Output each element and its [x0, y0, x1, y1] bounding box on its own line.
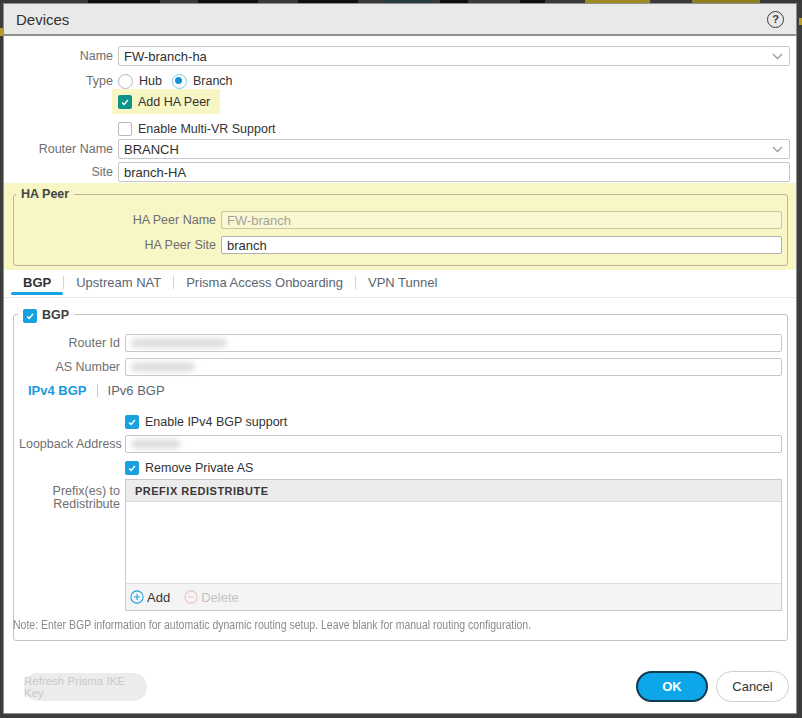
type-radio-branch-label: Branch — [193, 74, 233, 88]
tab-upstream-nat[interactable]: Upstream NAT — [64, 275, 173, 297]
as-number-label: AS Number — [19, 360, 120, 374]
cancel-button[interactable]: Cancel — [716, 671, 789, 702]
prefix-table-body — [126, 502, 781, 583]
router-name-label: Router Name — [4, 142, 113, 156]
prefix-redistribute-label: Prefix(es) to Redistribute — [19, 479, 120, 511]
ok-button[interactable]: OK — [636, 671, 708, 702]
tab-bgp[interactable]: BGP — [11, 275, 63, 297]
multi-vr-label: Enable Multi-VR Support — [138, 122, 276, 136]
bgp-note: Note: Enter BGP information for automati… — [13, 618, 531, 632]
bgp-fieldset: BGP Router Id AS Number IPv4 BGP IPv6 BG… — [13, 314, 788, 641]
check-icon — [127, 463, 137, 473]
ha-peer-name-label: HA Peer Name — [19, 213, 216, 227]
site-label: Site — [4, 165, 113, 179]
ha-peer-fieldset: HA Peer HA Peer Name FW-branch HA Peer S… — [13, 194, 788, 266]
name-label: Name — [4, 49, 113, 63]
redacted-value — [131, 439, 181, 449]
prefix-table-header: PREFIX REDISTRIBUTE — [126, 480, 781, 502]
check-icon — [25, 311, 35, 321]
redacted-value — [131, 338, 227, 348]
delete-icon — [184, 590, 198, 604]
add-ha-peer-label: Add HA Peer — [138, 95, 210, 109]
enable-ipv4-checkbox[interactable] — [125, 415, 139, 429]
ha-peer-highlight-section: HA Peer HA Peer Name FW-branch HA Peer S… — [4, 183, 796, 270]
add-icon — [130, 590, 144, 604]
dialog-titlebar: Devices ? — [4, 4, 796, 36]
router-name-select[interactable]: BRANCH — [118, 139, 790, 159]
router-id-label: Router Id — [19, 336, 120, 350]
ha-peer-site-label: HA Peer Site — [19, 238, 216, 252]
remove-private-as-checkbox[interactable] — [125, 461, 139, 475]
enable-ipv4-label: Enable IPv4 BGP support — [145, 415, 287, 429]
tab-prisma-access-onboarding[interactable]: Prisma Access Onboarding — [174, 275, 355, 297]
name-select[interactable]: FW-branch-ha — [118, 46, 790, 66]
delete-button[interactable]: Delete — [184, 590, 239, 605]
tab-vpn-tunnel[interactable]: VPN Tunnel — [356, 275, 449, 297]
check-icon — [127, 417, 137, 427]
dialog-footer: Refresh Prisma IKE Key OK Cancel — [4, 671, 796, 702]
devices-dialog: Devices ? Name FW-branch-ha Type Hub Bra… — [3, 3, 797, 714]
ha-peer-name-input: FW-branch — [221, 211, 782, 229]
remove-private-as-label: Remove Private AS — [145, 461, 253, 475]
prefix-redistribute-table: PREFIX REDISTRIBUTE Add Delete — [125, 479, 782, 611]
chevron-down-icon — [772, 146, 783, 153]
refresh-prisma-ike-key-button[interactable]: Refresh Prisma IKE Key — [24, 673, 147, 701]
multi-vr-checkbox[interactable] — [118, 122, 132, 136]
type-radio-hub[interactable] — [118, 74, 133, 89]
loopback-input[interactable] — [125, 435, 782, 453]
ha-peer-site-input[interactable]: branch — [221, 236, 782, 254]
prefix-table-toolbar: Add Delete — [126, 583, 781, 610]
loopback-label: Loopback Address — [19, 437, 120, 451]
type-label: Type — [4, 74, 113, 88]
help-icon[interactable]: ? — [767, 11, 784, 28]
add-ha-peer-highlight: Add HA Peer — [112, 89, 220, 114]
site-input[interactable]: branch-HA — [118, 162, 790, 182]
subtab-ipv4-bgp[interactable]: IPv4 BGP — [28, 383, 87, 398]
subtab-ipv6-bgp[interactable]: IPv6 BGP — [108, 383, 165, 398]
type-radio-hub-label: Hub — [139, 74, 162, 88]
router-id-input[interactable] — [125, 334, 782, 352]
ha-peer-legend: HA Peer — [16, 187, 74, 202]
bgp-subtabs: IPv4 BGP IPv6 BGP — [19, 382, 165, 398]
add-button[interactable]: Add — [130, 590, 170, 605]
chevron-down-icon — [772, 53, 783, 60]
check-icon — [120, 97, 130, 107]
tab-bar: BGP Upstream NAT Prisma Access Onboardin… — [4, 271, 796, 298]
redacted-value — [131, 362, 195, 372]
bgp-checkbox[interactable] — [23, 309, 37, 323]
dialog-title: Devices — [16, 11, 69, 28]
as-number-input[interactable] — [125, 358, 782, 376]
add-ha-peer-checkbox[interactable] — [118, 95, 132, 109]
bgp-legend: BGP — [18, 308, 74, 323]
type-radio-branch[interactable] — [172, 74, 187, 89]
